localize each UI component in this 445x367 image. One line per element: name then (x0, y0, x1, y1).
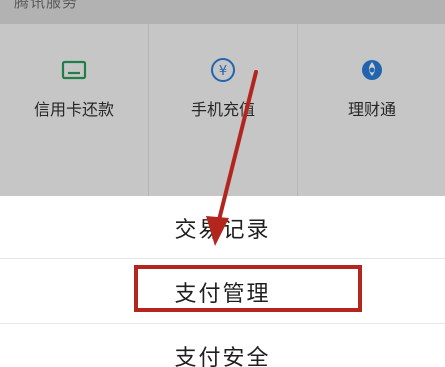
payment-security-option[interactable]: 支付安全 (0, 340, 445, 367)
highlight-box (134, 265, 362, 312)
transaction-records-option[interactable]: 交易记录 (0, 212, 445, 243)
divider (0, 323, 445, 324)
wallet-screen: 腾讯服务 信用卡还款 ¥ 手机充值 理财通 交易记录 支付管理 支付安全 (0, 0, 445, 367)
modal-overlay[interactable] (0, 0, 445, 200)
divider (0, 258, 445, 259)
